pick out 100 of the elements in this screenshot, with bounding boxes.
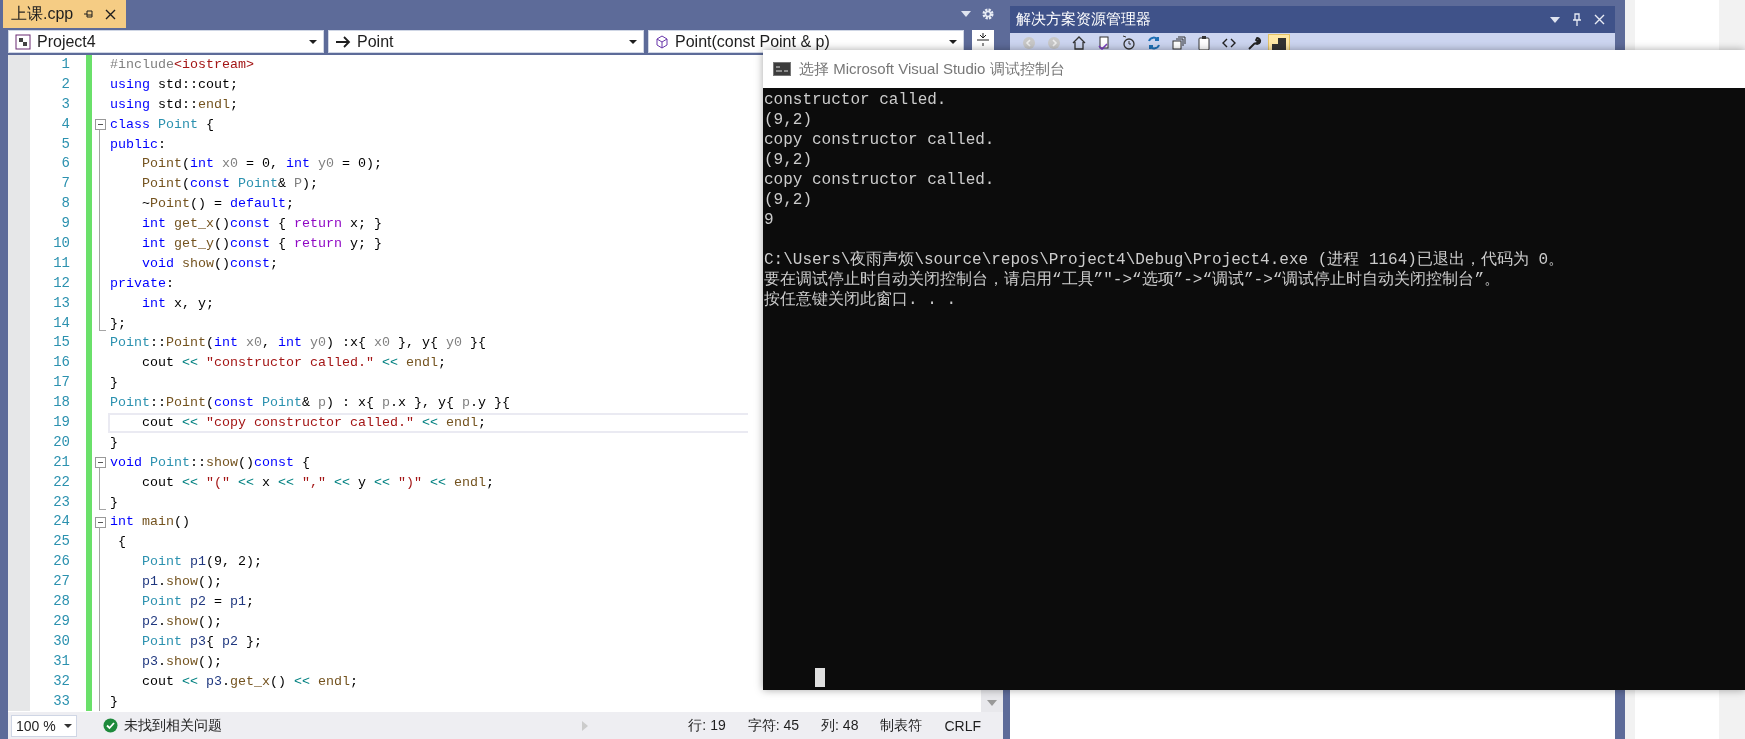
line-number: 12 bbox=[8, 273, 72, 294]
code-line: Point(const Point& P); bbox=[141, 175, 318, 194]
line-number: 29 bbox=[8, 611, 72, 632]
caret-icon bbox=[309, 39, 317, 44]
console-output-line: 9 bbox=[764, 210, 774, 230]
code-line: class Point { bbox=[109, 115, 214, 134]
line-number: 18 bbox=[8, 393, 72, 414]
dropdown-icon[interactable] bbox=[1550, 16, 1560, 23]
code-line: void Point::show()const { bbox=[109, 453, 310, 472]
line-number: 17 bbox=[8, 373, 72, 394]
line-number: 19 bbox=[8, 413, 72, 433]
code-line: Point::Point(int x0, int y0) :x{ x0 }, y{ y0 }{ bbox=[109, 334, 486, 353]
text-cursor bbox=[815, 668, 825, 687]
line-number: 4 bbox=[8, 114, 72, 135]
navigation-dropdown[interactable]: Point bbox=[328, 30, 644, 53]
line-number: 25 bbox=[8, 532, 72, 553]
issues-status[interactable]: 未找到相关问题 bbox=[124, 716, 222, 735]
line-number: 8 bbox=[8, 194, 72, 215]
line-ending[interactable]: CRLF bbox=[944, 717, 981, 734]
console-output-line: 按任意键关闭此窗口. . . bbox=[764, 290, 956, 310]
console-output-line: constructor called. bbox=[764, 90, 947, 110]
console-output-line: 要在调试停止时自动关闭控制台，请启用“工具”"->“选项”->“调试”->“调试停止时自动关闭控制台”。 bbox=[764, 270, 1501, 290]
line-number: 28 bbox=[8, 592, 72, 612]
caret-icon bbox=[64, 723, 72, 728]
code-line: Point p1(9, 2); bbox=[141, 553, 262, 572]
project-icon bbox=[15, 33, 31, 50]
code-line: p1.show(); bbox=[141, 573, 222, 592]
line-number: 3 bbox=[8, 94, 72, 115]
code-line: Point::Point(const Point& p) : x{ p.x }, y{ p.y }{ bbox=[109, 394, 510, 413]
code-line: p3.show(); bbox=[141, 652, 222, 671]
dropdown-icon[interactable] bbox=[961, 11, 971, 17]
close-icon[interactable] bbox=[105, 8, 117, 20]
line-number: 10 bbox=[8, 234, 72, 254]
code-line: Point p2 = p1; bbox=[141, 593, 254, 612]
code-line: } bbox=[109, 493, 118, 512]
collapse-icon[interactable] bbox=[94, 457, 106, 469]
line-number: 13 bbox=[8, 293, 72, 314]
line-number: 11 bbox=[8, 253, 72, 274]
line-number: 14 bbox=[8, 313, 72, 334]
indent-mode[interactable]: 制表符 bbox=[880, 716, 923, 735]
code-line: cout << "constructor called." << endl; bbox=[141, 354, 446, 373]
console-output-line: (9,2) bbox=[764, 110, 812, 130]
refresh-icon bbox=[1146, 35, 1162, 50]
code-line: void show()const; bbox=[141, 254, 278, 273]
line-number: 2 bbox=[8, 74, 72, 95]
code-line: Point(int x0 = 0, int y0 = 0); bbox=[141, 155, 382, 174]
collapse-icon[interactable] bbox=[94, 119, 106, 131]
navigation-dropdown[interactable]: Project4 bbox=[8, 30, 324, 53]
line-number: 31 bbox=[8, 651, 72, 672]
console-output-line: copy constructor called. bbox=[764, 130, 995, 150]
code-line: Point p3{ p2 }; bbox=[141, 632, 262, 651]
panel-title: 解决方案资源管理器 bbox=[1016, 10, 1151, 29]
settings-icon[interactable] bbox=[981, 7, 995, 21]
code-line: p2.show(); bbox=[141, 612, 222, 631]
caret-icon bbox=[629, 39, 637, 44]
line-number: 27 bbox=[8, 572, 72, 593]
split-window-icon[interactable] bbox=[976, 32, 990, 46]
window-title: 选择 Microsoft Visual Studio 调试控制台 bbox=[799, 59, 1065, 79]
code-line: int get_x()const { return x; } bbox=[141, 215, 382, 234]
line-number: 20 bbox=[8, 432, 72, 453]
line-number: 21 bbox=[8, 452, 72, 473]
code-line: cout << "copy constructor called." << endl; bbox=[141, 414, 486, 433]
line-number: 7 bbox=[8, 174, 72, 195]
home-icon bbox=[1071, 35, 1087, 50]
code-line: public: bbox=[109, 135, 166, 154]
line-position: 行: 19 bbox=[688, 716, 726, 735]
tab-label: 上课.cpp bbox=[11, 3, 74, 24]
console-output-line: (9,2) bbox=[764, 190, 812, 210]
console-output-line: C:\Users\夜雨声烦\source\repos\Project4\Debug\Project4.exe (进程 1164)已退出，代码为 0。 bbox=[764, 250, 1565, 270]
console-output-line: copy constructor called. bbox=[764, 170, 995, 190]
pin-icon[interactable] bbox=[1572, 12, 1582, 27]
line-number: 24 bbox=[8, 512, 72, 533]
code-line: #include<iostream> bbox=[109, 56, 254, 74]
collapse-icon[interactable] bbox=[94, 516, 106, 528]
code-line: } bbox=[109, 433, 118, 452]
clock-icon bbox=[1121, 35, 1137, 50]
code-line: int get_y()const { return y; } bbox=[141, 235, 382, 253]
code-line: cout << p3.get_x() << endl; bbox=[141, 672, 358, 691]
code-line: cout << "(" << x << "," << y << ")" << endl; bbox=[141, 473, 494, 492]
panel-icon bbox=[1271, 36, 1287, 50]
document-tab[interactable]: 上课.cpp bbox=[3, 0, 127, 28]
code-line: int main() bbox=[109, 513, 190, 532]
line-number: 26 bbox=[8, 552, 72, 573]
toolbar-button[interactable] bbox=[1268, 34, 1290, 50]
arrow-icon bbox=[335, 34, 351, 49]
line-number: 15 bbox=[8, 333, 72, 354]
line-number: 16 bbox=[8, 353, 72, 374]
code-line: private: bbox=[109, 274, 174, 293]
code-line: int x, y; bbox=[141, 294, 214, 313]
console-output-line: (9,2) bbox=[764, 150, 812, 170]
wrench-icon bbox=[1246, 35, 1262, 50]
line-number: 32 bbox=[8, 671, 72, 692]
pin-icon[interactable] bbox=[83, 8, 96, 20]
line-number: 9 bbox=[8, 214, 72, 234]
code-line: } bbox=[109, 374, 118, 393]
code-line: using std::endl; bbox=[109, 95, 238, 114]
character-position: 字符: 45 bbox=[747, 716, 800, 735]
caret-icon bbox=[949, 39, 957, 44]
code-line: ~Point() = default; bbox=[141, 195, 294, 214]
zoom-dropdown[interactable]: 100 % bbox=[11, 714, 77, 737]
